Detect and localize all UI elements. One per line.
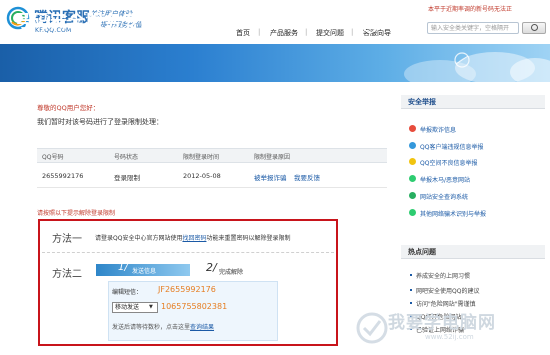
qzone-report-icon: [409, 158, 416, 165]
method-divider: [42, 252, 334, 253]
method1-text-after: 功能来重置密码以解除登录限制: [206, 235, 291, 242]
sidebar-item-other-scam[interactable]: 其他网络骗术识别与举报: [420, 209, 486, 218]
sms-code: JF2655992176: [158, 285, 216, 294]
steps-title: 请按照以下提示解除登录限制: [37, 210, 116, 217]
hot-item[interactable]: 网吧安全使用QQ的建议: [416, 286, 479, 295]
bullet-icon: [410, 274, 412, 276]
step1-label: 发送信息: [132, 268, 157, 275]
report-fraud-icon: [409, 125, 416, 132]
other-scam-icon: [409, 209, 416, 216]
sms-send-number: 1065755802381: [161, 302, 228, 311]
column-header-reason: 限制登录原因: [254, 154, 291, 161]
query-result-link[interactable]: 查询结果: [190, 324, 214, 331]
sms-label: 编辑短信：: [112, 289, 143, 296]
bullet-icon: [410, 289, 412, 291]
cell-date: 2012-05-08: [183, 172, 221, 180]
qq-client-report-icon: [409, 142, 416, 149]
sms-note-text: 发送后请等待数秒，点击这里: [112, 324, 191, 331]
method1-text: 请登录QQ安全中心官方网站使用找回密码功能来重置密码以解除登录限制: [95, 233, 290, 242]
shield-icon: [359, 10, 381, 34]
greeting: 尊敬的QQ用户您好：: [37, 104, 100, 112]
watermark-text: 我要学电脑网: [388, 313, 496, 333]
nav-separator: |: [305, 28, 308, 36]
method1-label: 方法一: [52, 234, 82, 245]
sidebar-hot-title: 热点问题: [408, 248, 436, 256]
hot-item[interactable]: 养成安全的上网习惯: [416, 271, 470, 280]
nav-separator: |: [351, 28, 354, 36]
table-row-divider: [37, 187, 387, 188]
notice-link[interactable]: 本平于近期率调的新号码无法正: [428, 4, 548, 13]
banner: [0, 44, 550, 82]
chevron-down-icon[interactable]: ▼: [149, 304, 153, 310]
nav-separator: |: [258, 28, 261, 36]
sidebar-item-site-check[interactable]: 网站安全查询系统: [420, 192, 468, 201]
sms-note: 发送后请等待数秒，点击这里查询结果: [112, 322, 214, 331]
method1-text-before: 请登录QQ安全中心官方网站使用: [95, 235, 183, 242]
cell-status: 登录限制: [114, 174, 140, 182]
column-header-status: 号码状态: [114, 154, 139, 161]
sidebar-item-trojan-report[interactable]: 举报木马/恶意网站: [420, 175, 470, 184]
search-input[interactable]: 输入安全类关键字，空格隔开: [427, 22, 519, 34]
column-header-date: 限制登录时间: [183, 154, 220, 161]
feedback-link[interactable]: 我要反馈: [294, 172, 320, 182]
nav-submit-question[interactable]: 提交问题: [316, 28, 344, 38]
trojan-report-icon: [409, 175, 416, 182]
step2-number: 2/: [206, 261, 217, 274]
nav-home[interactable]: 首页: [236, 28, 250, 38]
column-header-qq: QQ号码: [42, 154, 64, 161]
step2-label: 完成解除: [219, 269, 244, 276]
restriction-message: 我们暂时对该号码进行了登录限制处理：: [37, 118, 163, 126]
find-password-link[interactable]: 找回密码: [182, 235, 206, 242]
search-icon: [531, 24, 538, 31]
site-check-icon: [409, 192, 416, 199]
search-button[interactable]: [522, 22, 546, 34]
sidebar-item-qzone-report[interactable]: QQ空间不良信息举报: [420, 158, 477, 167]
method2-label: 方法二: [52, 269, 82, 280]
watermark-url: www.52ij.com: [425, 333, 474, 341]
step1-number: 1/: [118, 262, 128, 273]
cell-qq-number: 2655992176: [42, 172, 84, 180]
sidebar-security-title: 安全举报: [408, 98, 436, 106]
cell-reason-link[interactable]: 被举报诈骗: [254, 172, 287, 182]
cloud-decoration-icon: [404, 52, 550, 82]
sidebar-item-report-fraud[interactable]: 举报欺诈信息: [420, 125, 456, 134]
bullet-icon: [410, 302, 412, 304]
sidebar-item-qq-client-report[interactable]: QQ客户端违规信息举报: [420, 142, 483, 151]
page-title: 号码安全服务专区: [14, 12, 158, 32]
